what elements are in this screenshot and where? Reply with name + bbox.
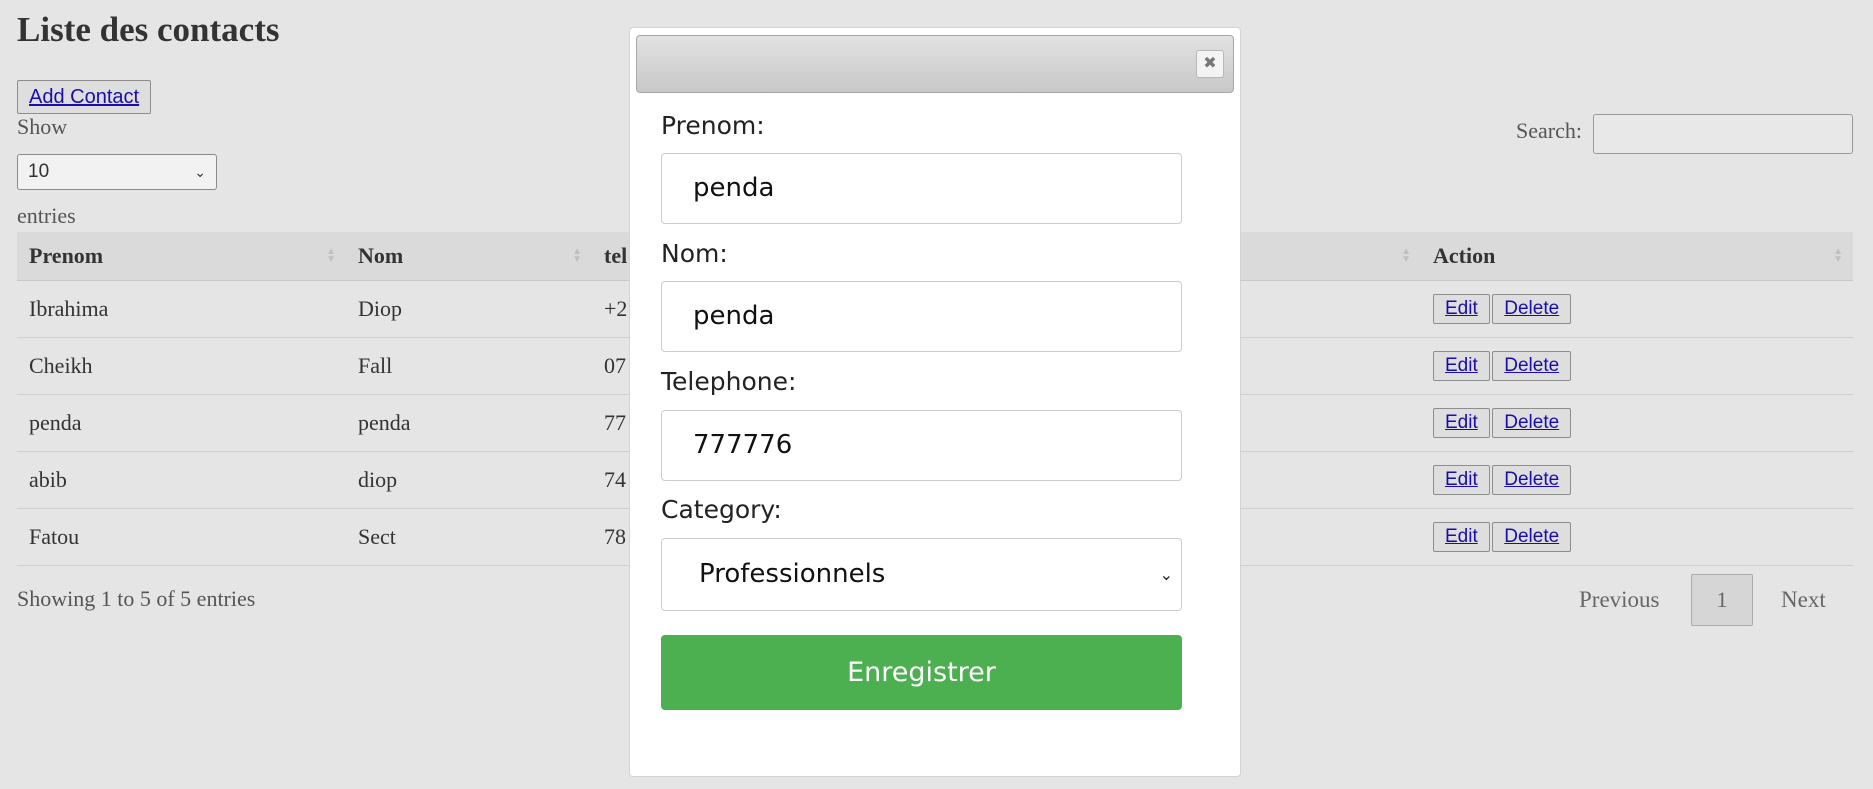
sort-icon: ▲ ▼ — [1401, 246, 1411, 265]
save-button[interactable]: Enregistrer — [661, 635, 1182, 710]
edit-button[interactable]: Edit — [1433, 408, 1490, 438]
sort-icon: ▲ ▼ — [1833, 246, 1843, 265]
cell-action: Edit Delete — [1421, 280, 1853, 338]
add-contact-button[interactable]: Add Contact — [17, 80, 152, 114]
chevron-down-icon: ⌄ — [194, 164, 206, 180]
delete-button[interactable]: Delete — [1492, 522, 1572, 552]
page-button-1[interactable]: 1 — [1691, 574, 1753, 626]
delete-button[interactable]: Delete — [1492, 294, 1572, 324]
prenom-input[interactable]: penda — [661, 153, 1182, 224]
cell-nom: Diop — [346, 280, 592, 338]
cell-prenom: penda — [17, 394, 346, 452]
modal-titlebar[interactable]: ✖ — [636, 35, 1234, 93]
cell-prenom: abib — [17, 451, 346, 509]
contact-modal: ✖ Prenom: penda Nom: penda Telephone: 77… — [629, 27, 1241, 777]
telephone-input[interactable]: 777776 — [661, 410, 1182, 481]
page-title: Liste des contacts — [17, 10, 280, 49]
category-value: Professionnels — [699, 559, 886, 589]
page: Liste des contacts Add Contact Show 10 ⌄… — [0, 0, 1873, 789]
delete-button[interactable]: Delete — [1492, 408, 1572, 438]
next-button[interactable]: Next — [1781, 574, 1826, 626]
chevron-down-icon: ⌄ — [1159, 565, 1173, 584]
category-select[interactable]: Professionnels ⌄ — [661, 538, 1182, 611]
cell-prenom: Fatou — [17, 508, 346, 566]
entries-length-select[interactable]: 10 ⌄ — [17, 154, 217, 190]
column-header-action[interactable]: Action ▲ ▼ — [1421, 232, 1853, 281]
table-info: Showing 1 to 5 of 5 entries — [17, 586, 256, 611]
cell-action: Edit Delete — [1421, 508, 1853, 566]
column-header-prenom[interactable]: Prenom ▲ ▼ — [17, 232, 346, 281]
delete-button[interactable]: Delete — [1492, 351, 1572, 381]
sort-icon: ▲ ▼ — [572, 246, 582, 265]
prenom-label: Prenom: — [661, 111, 765, 140]
previous-button[interactable]: Previous — [1579, 574, 1660, 626]
delete-button[interactable]: Delete — [1492, 465, 1572, 495]
sort-icon: ▲ ▼ — [326, 246, 336, 265]
cell-nom: penda — [346, 394, 592, 452]
search-input[interactable] — [1593, 114, 1853, 154]
cell-prenom: Cheikh — [17, 337, 346, 395]
edit-button[interactable]: Edit — [1433, 522, 1490, 552]
cell-nom: diop — [346, 451, 592, 509]
show-label: Show — [17, 114, 68, 139]
edit-button[interactable]: Edit — [1433, 465, 1490, 495]
telephone-label: Telephone: — [661, 367, 797, 396]
nom-label: Nom: — [661, 239, 728, 268]
close-icon[interactable]: ✖ — [1196, 50, 1224, 78]
edit-button[interactable]: Edit — [1433, 294, 1490, 324]
column-header-nom[interactable]: Nom ▲ ▼ — [346, 232, 592, 281]
entries-length-value: 10 — [28, 161, 50, 182]
cell-nom: Fall — [346, 337, 592, 395]
entries-label: entries — [17, 203, 76, 228]
search-label: Search: — [1516, 118, 1582, 143]
cell-action: Edit Delete — [1421, 337, 1853, 395]
cell-action: Edit Delete — [1421, 451, 1853, 509]
cell-nom: Sect — [346, 508, 592, 566]
nom-input[interactable]: penda — [661, 281, 1182, 352]
cell-prenom: Ibrahima — [17, 280, 346, 338]
cell-action: Edit Delete — [1421, 394, 1853, 452]
category-label: Category: — [661, 495, 782, 524]
edit-button[interactable]: Edit — [1433, 351, 1490, 381]
